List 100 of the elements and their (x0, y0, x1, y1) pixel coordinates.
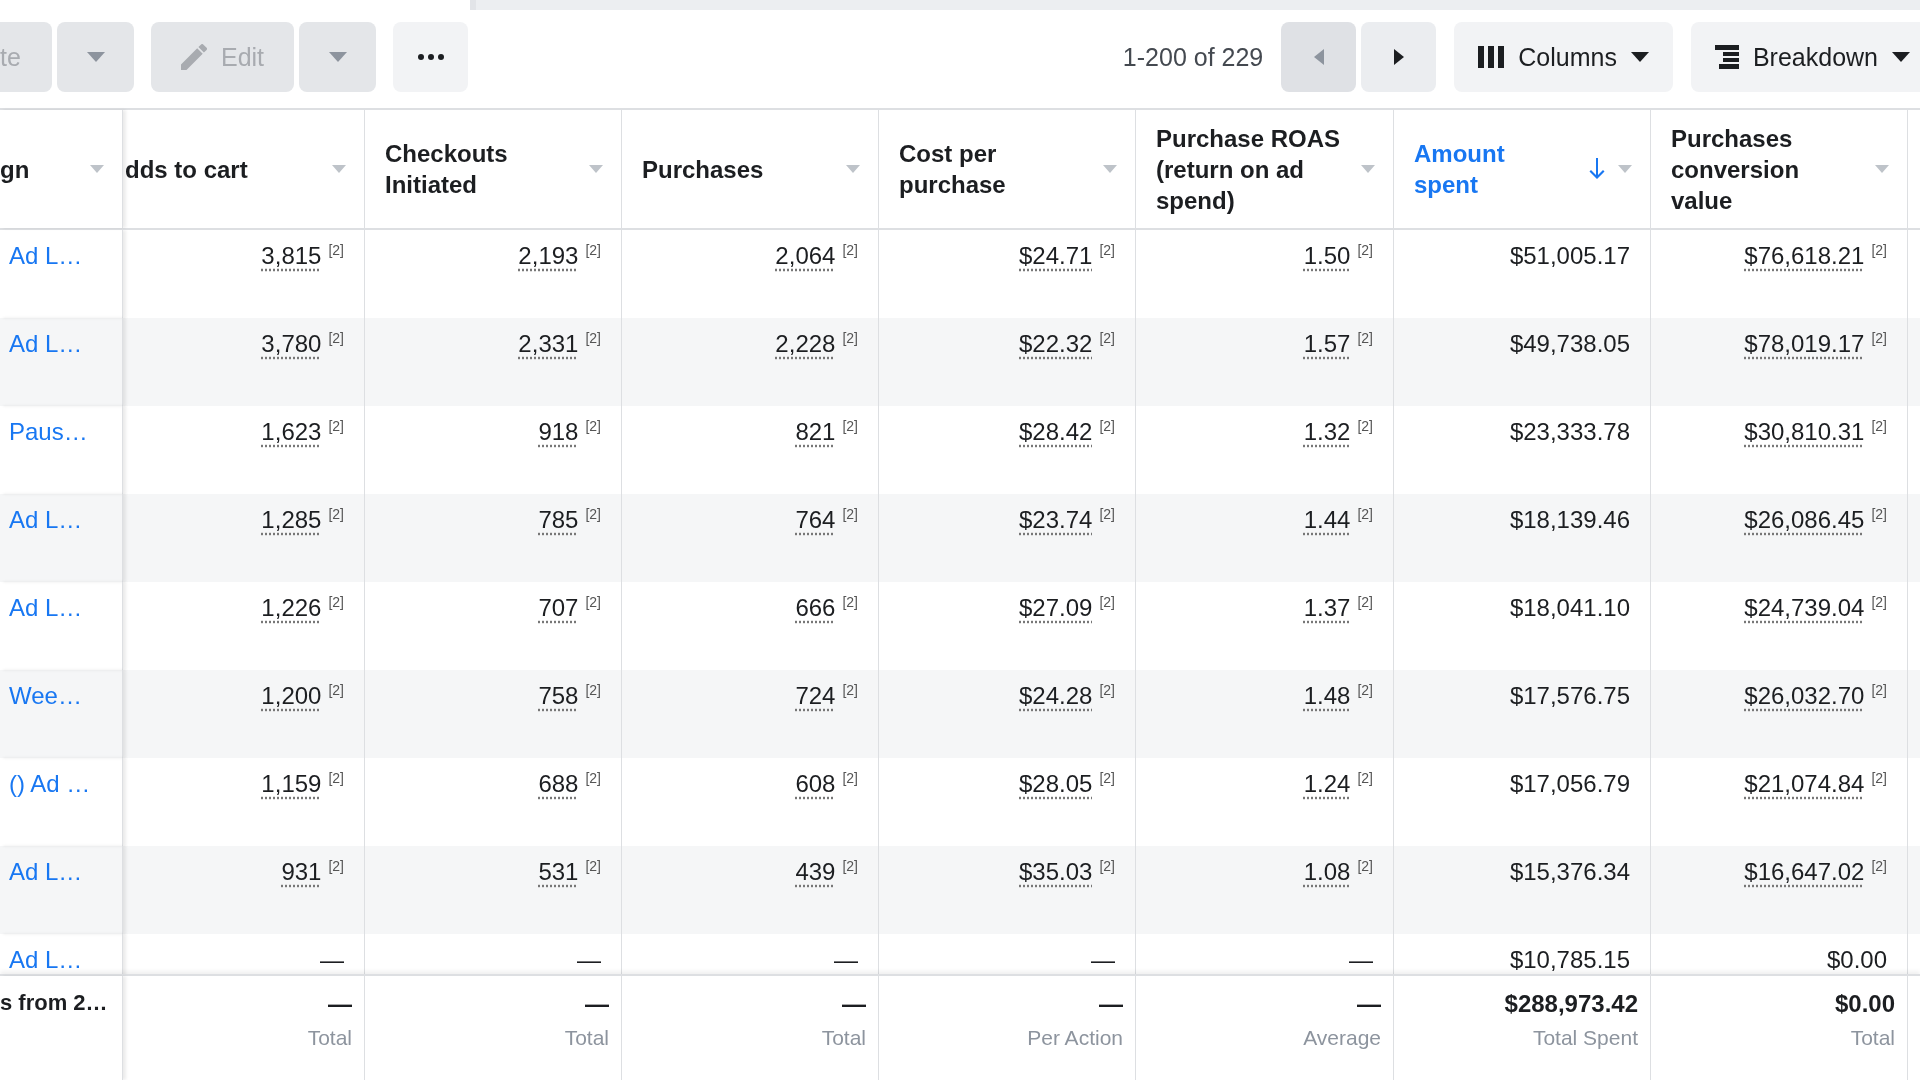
campaign-link[interactable]: Ad L… (9, 594, 83, 621)
footnote-mark: [2] (328, 242, 344, 258)
footnote-mark: [2] (1099, 330, 1115, 346)
columns-icon (1478, 46, 1505, 68)
column-label: Checkouts Initiated (385, 139, 509, 200)
caret-icon (328, 52, 347, 62)
table-cell: $10,785.15 (1509, 946, 1630, 973)
columns-button[interactable]: Columns (1454, 22, 1673, 92)
table-cell: $17,056.79 (1509, 770, 1630, 797)
next-page-button[interactable] (1361, 22, 1437, 92)
total-caption: Total Spent (1532, 1026, 1638, 1050)
footnote-mark: [2] (1099, 858, 1115, 874)
campaign-link[interactable]: Ad L… (9, 946, 83, 973)
footnote-mark: [2] (328, 594, 344, 610)
table-cell: 1,159 (261, 770, 322, 797)
table-cell: 707 (538, 594, 579, 621)
table-cell: 1.48 (1303, 682, 1351, 709)
footnote-mark: [2] (328, 682, 344, 698)
footnote-mark: [2] (1871, 682, 1887, 698)
footnote-mark: [2] (328, 858, 344, 874)
table-cell: 439 (795, 858, 836, 885)
table-cell: $28.05 (1019, 770, 1093, 797)
caret-icon (1892, 52, 1910, 62)
table-cell: 821 (795, 418, 836, 445)
campaign-link[interactable]: Paus… (9, 418, 88, 445)
table-cell: 2,228 (775, 330, 836, 357)
left-arrow-icon (1313, 49, 1324, 65)
caret-icon (86, 52, 105, 62)
table-cell: — (1091, 946, 1115, 973)
footnote-mark: [2] (328, 770, 344, 786)
table-cell: 1.57 (1303, 330, 1351, 357)
table-cell: $18,139.46 (1509, 506, 1630, 533)
footnote-mark: [2] (1099, 594, 1115, 610)
footnote-mark: [2] (585, 682, 601, 698)
table-cell: 531 (538, 858, 579, 885)
footnote-mark: [2] (842, 770, 858, 786)
footnote-mark: [2] (842, 506, 858, 522)
totals-label: s from 2… (0, 990, 108, 1016)
campaign-link[interactable]: Ad L… (9, 242, 83, 269)
total-value: — (328, 990, 352, 1018)
column-label: Purchases conversion value (1671, 123, 1801, 216)
table-cell: $17,576.75 (1509, 682, 1630, 709)
table-cell: $23,333.78 (1509, 418, 1630, 445)
table-cell: 1,200 (261, 682, 322, 709)
footnote-mark: [2] (1871, 858, 1887, 874)
table-cell: 1,623 (261, 418, 322, 445)
column-header[interactable]: Purchases conversion value (1651, 110, 1908, 228)
table-cell: $23.74 (1019, 506, 1093, 533)
column-header[interactable]: Purchase ROAS (return on ad spend) (1136, 110, 1394, 228)
footnote-mark: [2] (1871, 506, 1887, 522)
campaign-link[interactable]: Wee… (9, 682, 82, 709)
footnote-mark: [2] (328, 330, 344, 346)
caret-icon (846, 165, 860, 173)
campaign-link[interactable]: Ad L… (9, 330, 83, 357)
caret-icon (332, 165, 346, 173)
footnote-mark: [2] (585, 594, 601, 610)
table-cell: $26,086.45 (1744, 506, 1865, 533)
table-cell: $27.09 (1019, 594, 1093, 621)
footnote-mark: [2] (328, 506, 344, 522)
column-header[interactable]: gn (0, 110, 123, 228)
breakdown-button[interactable]: Breakdown (1690, 22, 1920, 92)
table-cell: — (320, 946, 344, 973)
column-header[interactable]: Checkouts Initiated (365, 110, 622, 228)
campaign-link[interactable]: Ad L… (9, 858, 83, 885)
footnote-mark: [2] (842, 594, 858, 610)
campaign-link[interactable]: () Ad … (9, 770, 91, 797)
caret-icon (90, 165, 104, 173)
footnote-mark: [2] (1357, 330, 1373, 346)
table-cell: $18,041.10 (1509, 594, 1630, 621)
footnote-mark: [2] (1357, 594, 1373, 610)
table-cell: 785 (538, 506, 579, 533)
campaign-link[interactable]: Ad L… (9, 506, 83, 533)
column-header[interactable]: dds to cart (123, 110, 365, 228)
total-value: — (842, 990, 866, 1018)
table-cell: $26,032.70 (1744, 682, 1865, 709)
table-cell: 608 (795, 770, 836, 797)
footnote-mark: [2] (1357, 418, 1373, 434)
column-label: dds to cart (125, 154, 248, 185)
caret-icon (1361, 165, 1375, 173)
footnote-mark: [2] (1871, 594, 1887, 610)
total-caption: Per Action (1027, 1026, 1123, 1050)
column-header[interactable]: Cost per purchase (879, 110, 1136, 228)
table-cell: 918 (538, 418, 579, 445)
footnote-mark: [2] (1099, 418, 1115, 434)
column-header[interactable]: Amount spent (1394, 110, 1651, 228)
column-header[interactable]: Purchases (622, 110, 879, 228)
table-cell: $24.28 (1019, 682, 1093, 709)
footnote-mark: [2] (842, 858, 858, 874)
footnote-mark: [2] (585, 770, 601, 786)
footnote-mark: [2] (842, 330, 858, 346)
more-button[interactable] (393, 22, 468, 92)
column-label: Amount spent (1414, 139, 1506, 200)
pencil-icon (180, 44, 207, 70)
table-cell: 1.50 (1303, 242, 1351, 269)
table-cell: 1.37 (1303, 594, 1351, 621)
footnote-mark: [2] (1357, 770, 1373, 786)
total-value: $0.00 (1834, 990, 1895, 1018)
table-cell: 724 (795, 682, 836, 709)
total-caption: Total (307, 1026, 352, 1050)
table-cell: 764 (795, 506, 836, 533)
